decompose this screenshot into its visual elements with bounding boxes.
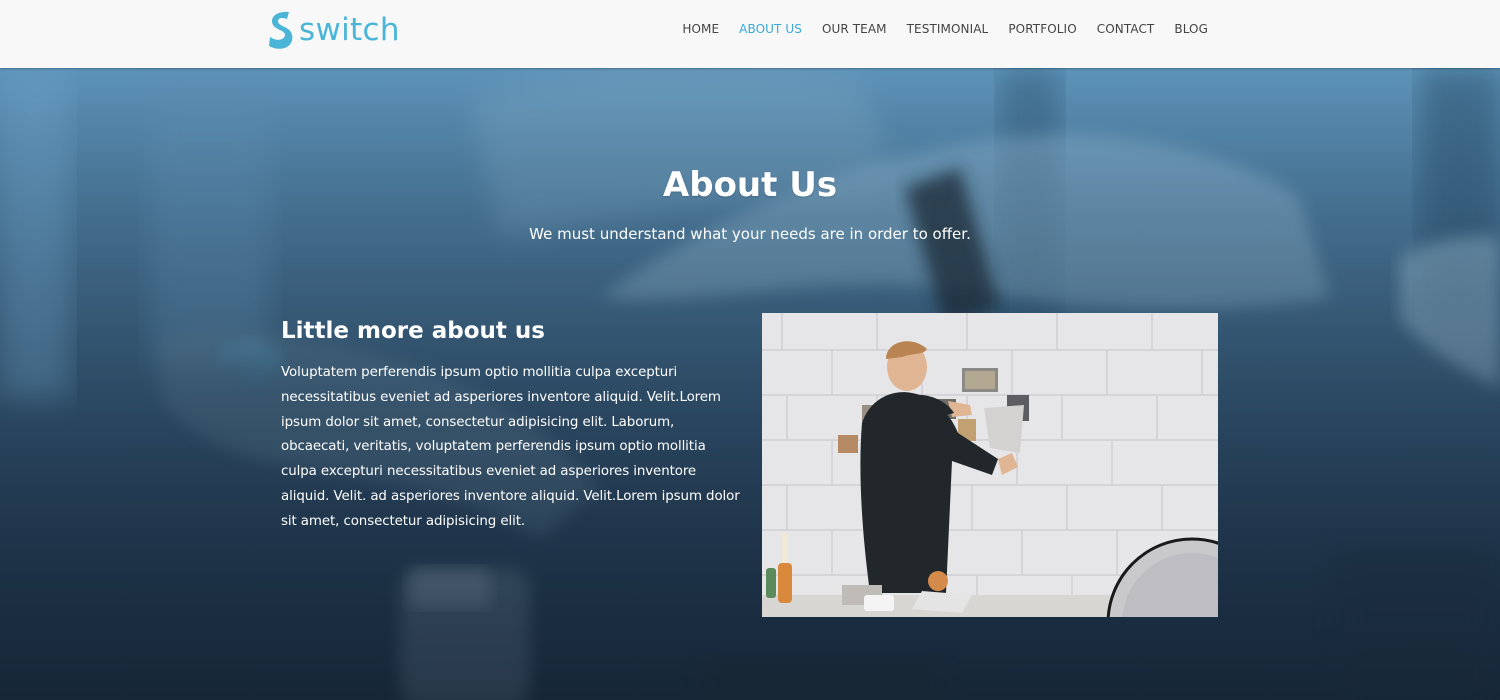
nav-our-team[interactable]: OUR TEAM: [822, 22, 887, 36]
nav-about-us[interactable]: ABOUT US: [739, 22, 802, 36]
about-heading: Little more about us: [281, 318, 545, 344]
about-photo: [762, 313, 1218, 617]
brand-logo-link[interactable]: switch: [267, 10, 400, 50]
brand-name: switch: [299, 12, 400, 48]
nav-testimonial[interactable]: TESTIMONIAL: [907, 22, 989, 36]
about-section: About Us We must understand what your ne…: [0, 68, 1500, 700]
nav-contact[interactable]: CONTACT: [1097, 22, 1155, 36]
site-header: switch HOME ABOUT US OUR TEAM TESTIMONIA…: [0, 0, 1500, 68]
section-subtitle: We must understand what your needs are i…: [529, 225, 971, 243]
about-photo-illustration: [762, 313, 1218, 617]
hero-background-image: [0, 68, 1500, 700]
about-description: Voluptatem perferendis ipsum optio molli…: [281, 365, 740, 529]
section-title: About Us: [662, 165, 838, 205]
nav-portfolio[interactable]: PORTFOLIO: [1008, 22, 1076, 36]
switch-s-logo-icon: [269, 11, 293, 49]
main-nav: HOME ABOUT US OUR TEAM TESTIMONIAL PORTF…: [682, 0, 1208, 58]
nav-home[interactable]: HOME: [682, 22, 719, 36]
nav-blog[interactable]: BLOG: [1174, 22, 1208, 36]
